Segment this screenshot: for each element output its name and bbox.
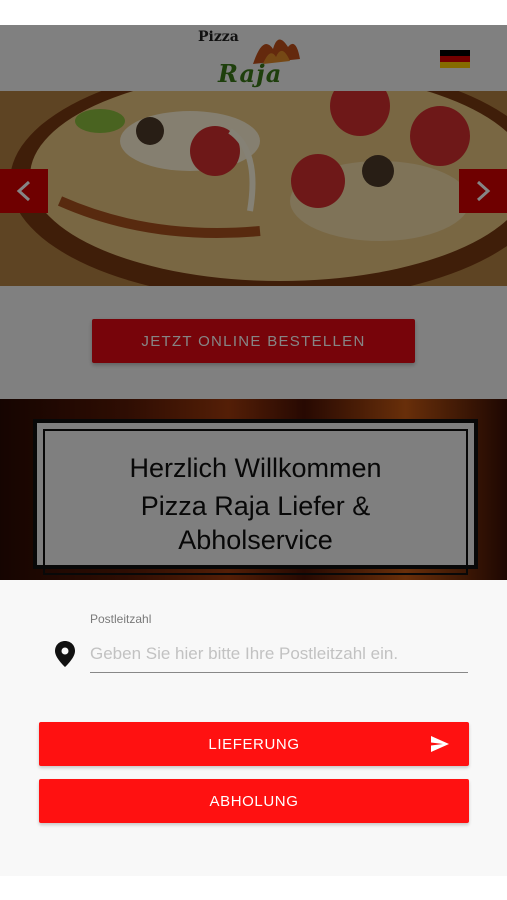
pickup-button-label: ABHOLUNG [209, 792, 299, 810]
location-pin-icon [55, 641, 75, 667]
postal-code-label: Postleitzahl [90, 612, 152, 626]
delivery-button[interactable]: LIEFERUNG [39, 722, 469, 766]
send-icon [431, 736, 449, 752]
postal-code-input[interactable] [90, 636, 468, 673]
pickup-button[interactable]: ABHOLUNG [39, 779, 469, 823]
delivery-button-label: LIEFERUNG [208, 735, 300, 753]
modal-overlay[interactable] [0, 25, 507, 580]
